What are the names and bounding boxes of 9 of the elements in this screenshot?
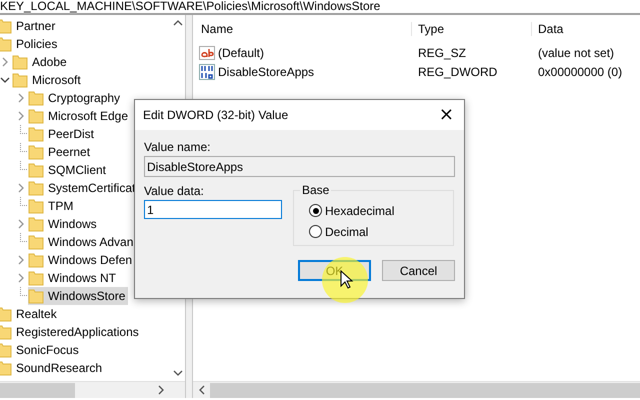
value-type: REG_DWORD [417,64,498,78]
value-type: REG_SZ [417,46,468,60]
value-data: 0x00000000 (0) [537,64,622,78]
address-path: KEY_LOCAL_MACHINE\SOFTWARE\Policies\Microsoft\WindowsStore [0,0,380,13]
field-label: Value name: [144,140,210,154]
value-data: (value not set) [537,46,614,60]
group-label: Base [300,183,332,197]
dialog-title: Edit DWORD (32-bit) Value [143,108,288,122]
field-label: Value data: [144,184,204,198]
